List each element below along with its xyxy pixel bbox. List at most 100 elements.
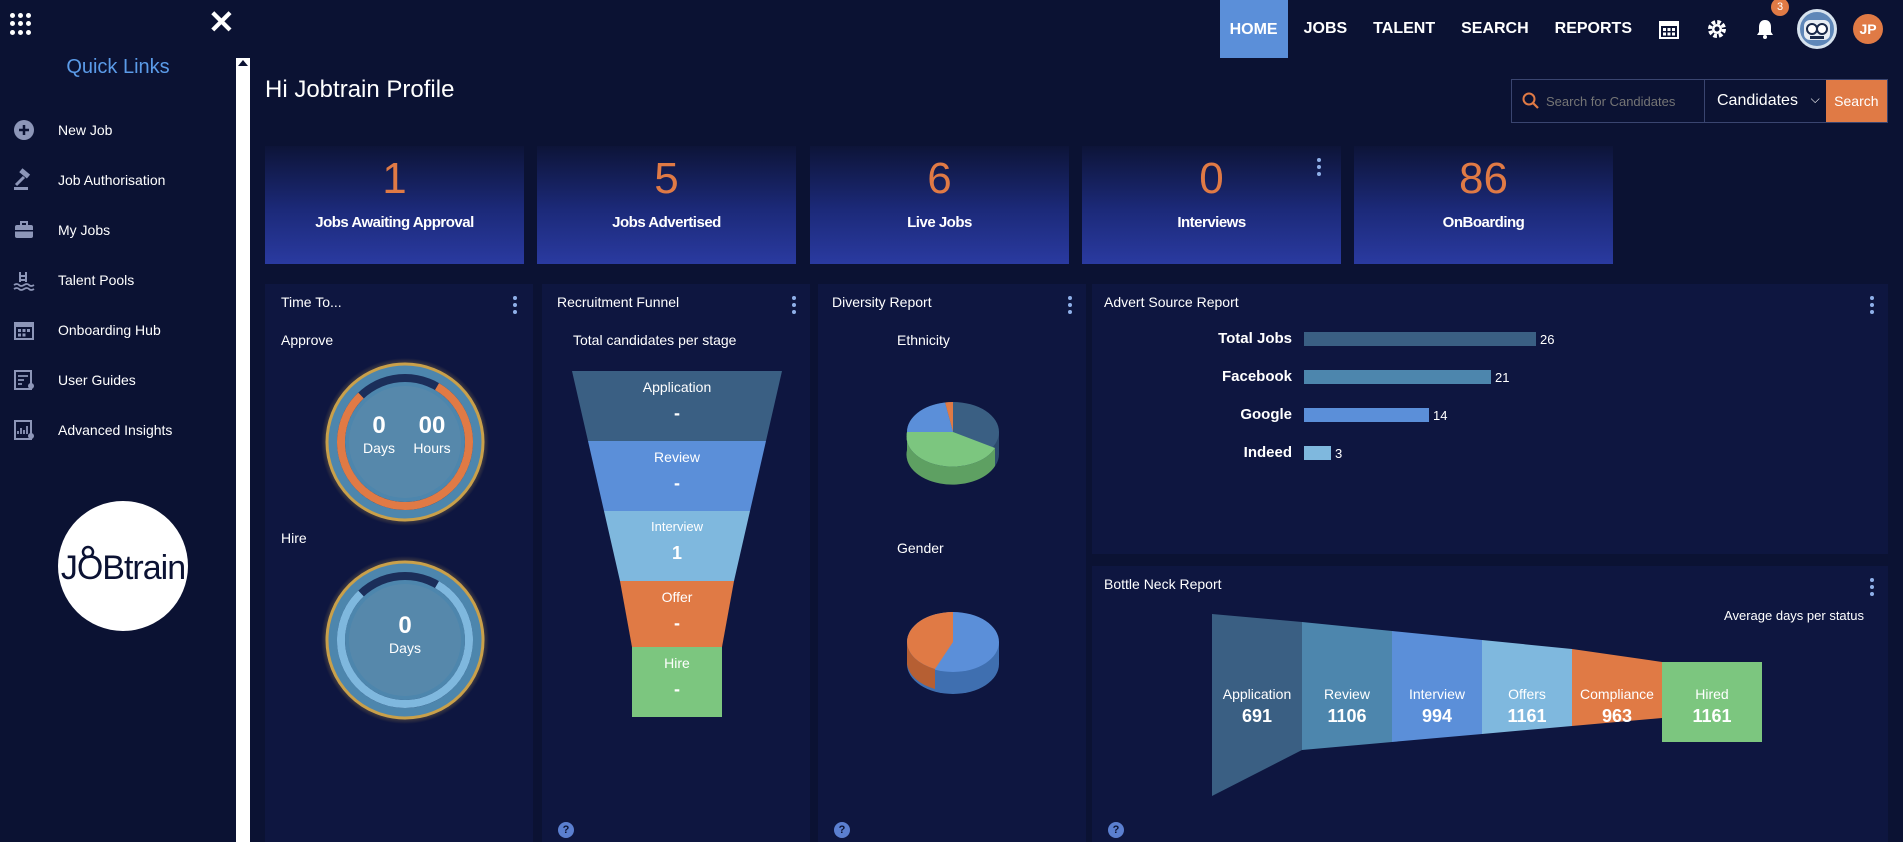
sidebar-item-user-guides[interactable]: User Guides bbox=[12, 368, 136, 392]
funnel-stage-value: - bbox=[674, 679, 680, 699]
search-button[interactable]: Search bbox=[1825, 80, 1887, 122]
funnel-subtitle: Total candidates per stage bbox=[573, 332, 737, 348]
advert-bar-label: Facebook bbox=[1221, 368, 1292, 385]
funnel-labels: Application - Review - Interview 1 Offer… bbox=[572, 371, 782, 721]
gear-icon[interactable] bbox=[1705, 17, 1729, 41]
help-icon[interactable]: ? bbox=[558, 822, 574, 838]
stat-label: Jobs Awaiting Approval bbox=[315, 214, 474, 231]
search-input[interactable] bbox=[1512, 80, 1705, 122]
search-type-select[interactable]: Candidates ⌵ bbox=[1705, 80, 1826, 122]
sidebar-item-label: User Guides bbox=[58, 372, 136, 388]
guide-icon bbox=[14, 370, 34, 390]
close-sidebar-button[interactable]: ✕ bbox=[208, 6, 235, 38]
sidebar-item-advanced-insights[interactable]: Advanced Insights bbox=[12, 418, 172, 442]
advert-bar-value: 26 bbox=[1540, 332, 1555, 347]
bell-icon[interactable]: 3 bbox=[1753, 0, 1789, 41]
calendar-icon[interactable] bbox=[1657, 17, 1681, 41]
funnel-stage-name: Offer bbox=[661, 589, 693, 605]
advert-bar-value: 14 bbox=[1433, 408, 1448, 423]
nav-talent[interactable]: TALENT bbox=[1363, 0, 1445, 58]
bottleneck-cell: Review 1106 bbox=[1324, 686, 1370, 726]
hire-label: Hire bbox=[281, 530, 307, 546]
scroll-up-arrow-icon[interactable] bbox=[238, 60, 248, 66]
funnel-stage-name: Hire bbox=[664, 655, 690, 671]
sidebar-item-onboarding-hub[interactable]: Onboarding Hub bbox=[12, 318, 161, 342]
quick-links-sidebar: Quick Links New Job Job Authorisation My… bbox=[0, 48, 236, 842]
bottleneck-cell: Interview 994 bbox=[1408, 686, 1466, 726]
gender-pie bbox=[907, 612, 999, 694]
time-to-panel: Time To... Approve 0 Days 00 Hours Hire … bbox=[265, 284, 533, 842]
bottleneck-cell: Offers 1161 bbox=[1507, 686, 1547, 726]
approve-gauge bbox=[321, 358, 489, 526]
notification-badge: 3 bbox=[1771, 0, 1789, 16]
gender-label: Gender bbox=[897, 540, 944, 556]
stat-card-awaiting-approval[interactable]: 1 Jobs Awaiting Approval bbox=[265, 146, 524, 264]
stat-card-interviews[interactable]: 0 Interviews bbox=[1082, 146, 1341, 264]
advert-bar-value: 21 bbox=[1495, 370, 1510, 385]
stat-value: 0 bbox=[1199, 154, 1224, 203]
sidebar-item-talent-pools[interactable]: Talent Pools bbox=[12, 268, 134, 292]
search-select-value: Candidates bbox=[1717, 92, 1798, 109]
approve-days: 0 Days bbox=[363, 412, 395, 456]
sidebar-item-label: Talent Pools bbox=[58, 272, 135, 288]
advert-bar[interactable] bbox=[1304, 446, 1331, 460]
user-avatar[interactable]: JP bbox=[1853, 14, 1883, 44]
briefcase-icon bbox=[15, 221, 33, 238]
sidebar-item-my-jobs[interactable]: My Jobs bbox=[12, 218, 110, 242]
robot-avatar[interactable] bbox=[1797, 9, 1837, 49]
swimmer-icon bbox=[13, 272, 35, 291]
advert-bar-label: Total Jobs bbox=[1218, 330, 1292, 347]
panel-menu-icon[interactable] bbox=[1068, 296, 1072, 317]
svg-text:JOBtrain: JOBtrain bbox=[61, 549, 185, 587]
stat-card-live-jobs[interactable]: 6 Live Jobs bbox=[810, 146, 1069, 264]
panel-menu-icon[interactable] bbox=[1870, 578, 1874, 599]
panel-title: Diversity Report bbox=[832, 294, 932, 310]
ethnicity-label: Ethnicity bbox=[897, 332, 950, 348]
sidebar-item-label: New Job bbox=[58, 122, 113, 138]
apps-grid-icon[interactable] bbox=[10, 13, 32, 35]
ethnicity-pie bbox=[906, 402, 999, 485]
sidebar-item-label: My Jobs bbox=[58, 222, 111, 238]
funnel-stage-value: - bbox=[674, 613, 680, 633]
funnel-stage-name: Application bbox=[642, 379, 712, 395]
help-icon[interactable]: ? bbox=[1108, 822, 1124, 838]
funnel-stage-value: - bbox=[674, 403, 680, 423]
jobtrain-logo: JOBtrain bbox=[58, 501, 188, 631]
diversity-report-panel: Diversity Report Ethnicity Gender ? bbox=[818, 284, 1086, 842]
nav-jobs[interactable]: JOBS bbox=[1294, 0, 1358, 58]
help-icon[interactable]: ? bbox=[834, 822, 850, 838]
stat-label: Jobs Advertised bbox=[612, 214, 721, 231]
sidebar-item-label: Advanced Insights bbox=[58, 422, 173, 438]
card-menu-icon[interactable] bbox=[1317, 158, 1321, 179]
stat-value: 5 bbox=[654, 154, 679, 203]
stat-card-jobs-advertised[interactable]: 5 Jobs Advertised bbox=[537, 146, 796, 264]
sidebar-item-label: Job Authorisation bbox=[58, 172, 166, 188]
page-greeting: Hi Jobtrain Profile bbox=[265, 76, 455, 103]
approve-hours: 00 Hours bbox=[413, 412, 451, 456]
advert-source-panel: Advert Source Report Total Jobs 26 Faceboo… bbox=[1092, 284, 1888, 554]
funnel-stage-value: - bbox=[674, 473, 680, 493]
advert-bar[interactable] bbox=[1304, 370, 1491, 384]
sidebar-scrollbar[interactable] bbox=[236, 58, 250, 842]
panel-title: Bottle Neck Report bbox=[1104, 576, 1222, 592]
sidebar-item-new-job[interactable]: New Job bbox=[12, 118, 112, 142]
nav-search[interactable]: SEARCH bbox=[1451, 0, 1539, 58]
sidebar-item-job-authorisation[interactable]: Job Authorisation bbox=[12, 168, 165, 192]
panel-menu-icon[interactable] bbox=[513, 296, 517, 317]
advert-bar[interactable] bbox=[1304, 408, 1429, 422]
stat-value: 1 bbox=[382, 154, 407, 203]
advert-bar-label: Google bbox=[1240, 406, 1292, 423]
bottleneck-cell: Application 691 bbox=[1222, 686, 1292, 726]
advert-bar-label: Indeed bbox=[1243, 444, 1292, 461]
panel-title: Time To... bbox=[281, 294, 342, 310]
bottleneck-cell: Hired 1161 bbox=[1692, 686, 1732, 726]
panel-menu-icon[interactable] bbox=[792, 296, 796, 317]
chevron-down-icon: ⌵ bbox=[1810, 92, 1820, 106]
bottleneck-panel: Bottle Neck Report Average days per stat… bbox=[1092, 566, 1888, 842]
advert-bar[interactable] bbox=[1304, 332, 1536, 346]
stat-value: 86 bbox=[1459, 154, 1508, 203]
plus-circle-icon bbox=[14, 120, 34, 140]
nav-reports[interactable]: REPORTS bbox=[1545, 0, 1642, 58]
stat-card-onboarding[interactable]: 86 OnBoarding bbox=[1354, 146, 1613, 264]
nav-home[interactable]: HOME bbox=[1219, 0, 1288, 58]
